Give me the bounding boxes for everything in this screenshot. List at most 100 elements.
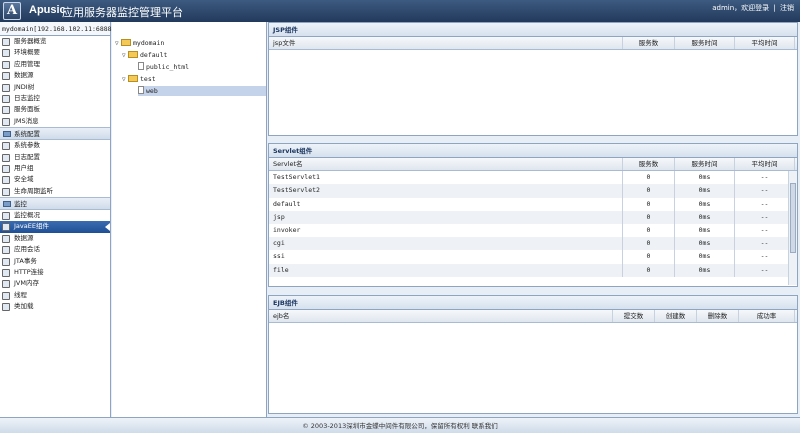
col-service-count[interactable]: 服务数 <box>623 37 675 50</box>
servlet-scrollbar[interactable] <box>788 171 797 286</box>
apusic-logo-icon: A <box>3 2 21 20</box>
table-row[interactable]: file 0 0ms -- <box>269 263 797 277</box>
sidebar-item-label: 数据源 <box>14 71 34 80</box>
col-commit-count[interactable]: 提交数 <box>613 310 655 323</box>
header-separator: | <box>773 4 776 12</box>
table-cell: 0ms <box>675 184 735 198</box>
col-ejb-name[interactable]: ejb名 <box>269 310 613 323</box>
sidebar-item-jvm[interactable]: JVM内存 <box>0 278 110 289</box>
col-create-count[interactable]: 创建数 <box>655 310 697 323</box>
tree-node-public-html[interactable]: public_html <box>138 62 189 72</box>
log-monitor-icon <box>2 94 10 103</box>
sidebar-item-label: 安全域 <box>14 175 34 184</box>
servlet-panel: Servlet组件 Servlet名 服务数 服务时间 平均时间 TestSer… <box>268 143 798 287</box>
folder-icon <box>128 51 138 58</box>
table-cell: 0ms <box>675 210 735 224</box>
table-cell: -- <box>735 250 795 264</box>
tree-node-web[interactable]: web <box>138 86 266 96</box>
servlet-panel-title: Servlet组件 <box>269 144 797 158</box>
logout-link[interactable]: 注销 <box>780 4 794 12</box>
tree-node-mydomain[interactable]: ▽ mydomain <box>115 38 164 48</box>
sidebar-item-classload[interactable]: 类加载 <box>0 301 110 312</box>
table-row[interactable]: default 0 0ms -- <box>269 197 797 211</box>
welcome-text: admin，欢迎登录 <box>712 4 770 12</box>
sidebar-item-database[interactable]: 数据源 <box>0 70 110 81</box>
sidebar-item-monitor[interactable]: 监控概况 <box>0 210 110 221</box>
col-service-time[interactable]: 服务时间 <box>675 37 735 50</box>
table-row[interactable]: jsp 0 0ms -- <box>269 210 797 224</box>
table-cell: -- <box>735 171 795 185</box>
sidebar-item-label: 类加载 <box>14 302 34 311</box>
section-monitor[interactable]: 监控 <box>0 197 110 211</box>
file-icon <box>138 62 144 70</box>
sidebar-item-label: 数据源 <box>14 233 34 242</box>
table-cell: 0ms <box>675 223 735 238</box>
sidebar-item-database[interactable]: 数据源 <box>0 233 110 244</box>
sidebar-item-jms[interactable]: JMS消息 <box>0 116 110 127</box>
server-icon <box>2 38 10 46</box>
user-area: admin，欢迎登录 | 注销 <box>710 3 794 13</box>
scroll-thumb[interactable] <box>790 183 796 254</box>
jvm-icon <box>2 280 10 289</box>
sidebar-item-label: JNDI树 <box>14 82 35 91</box>
table-row[interactable]: ssi 0 0ms -- <box>269 250 797 264</box>
table-cell: -- <box>735 263 795 277</box>
app-tree: ▽ mydomain ▽ default public_html ▽ test web <box>112 22 267 417</box>
sidebar-item-params[interactable]: 系统参数 <box>0 140 110 151</box>
sidebar-item-log-config[interactable]: 日志配置 <box>0 152 110 163</box>
section-label: 系统配置 <box>14 130 40 139</box>
table-row[interactable]: TestServlet1 0 0ms -- <box>269 171 797 185</box>
folder-icon <box>128 75 138 82</box>
http-icon <box>2 269 10 278</box>
table-cell: 0 <box>623 184 675 198</box>
nav-group-config: 系统参数日志配置用户组 安全域生命周期监听 <box>0 140 110 197</box>
ejb-table-header: ejb名 提交数 创建数 删除数 成功率 <box>269 310 797 324</box>
sidebar-item-label: JavaEE组件 <box>14 222 49 231</box>
col-jsp-file[interactable]: jsp文件 <box>269 37 623 50</box>
sidebar-item-env[interactable]: 环境概要 <box>0 47 110 58</box>
sidebar-item-http[interactable]: HTTP连接 <box>0 267 110 278</box>
col-delete-count[interactable]: 删除数 <box>697 310 739 323</box>
table-cell: 0 <box>623 223 675 238</box>
table-cell: -- <box>735 237 795 251</box>
section-system-config[interactable]: 系统配置 <box>0 127 110 141</box>
table-row[interactable]: TestServlet2 0 0ms -- <box>269 184 797 198</box>
service-panel-icon <box>2 106 10 115</box>
tree-node-test[interactable]: ▽ test <box>122 74 156 84</box>
sidebar-item-users[interactable]: 用户组 <box>0 163 110 174</box>
sidebar-item-label: 系统参数 <box>14 141 40 150</box>
sidebar-item-thread[interactable]: 线程 <box>0 290 110 301</box>
sidebar-item-lifecycle[interactable]: 生命周期监听 <box>0 186 110 197</box>
monitor-section-icon <box>3 201 11 208</box>
col-servlet-name[interactable]: Servlet名 <box>269 158 623 171</box>
sidebar-item-security[interactable]: 安全域 <box>0 174 110 185</box>
tree-node-default[interactable]: ▽ default <box>122 50 167 60</box>
sidebar-item-jndi[interactable]: JNDI树 <box>0 82 110 93</box>
sidebar-item-server[interactable]: 服务器概览 <box>0 36 110 47</box>
sidebar-item-label: 监控概况 <box>14 211 40 220</box>
params-icon <box>2 142 10 151</box>
table-row[interactable]: cgi 0 0ms -- <box>269 237 797 251</box>
sidebar-item-app[interactable]: 应用管理 <box>0 59 110 70</box>
sidebar-item-service-panel[interactable]: 服务面板 <box>0 104 110 115</box>
col-service-time[interactable]: 服务时间 <box>675 158 735 171</box>
sidebar-item-javaee[interactable]: JavaEE组件 <box>0 221 110 233</box>
sidebar-item-session[interactable]: 应用会话 <box>0 244 110 255</box>
ejb-panel-title: EJB组件 <box>269 296 797 310</box>
sidebar-item-label: 日志配置 <box>14 152 40 161</box>
col-success-rate[interactable]: 成功率 <box>739 310 795 323</box>
sidebar-item-label: 环境概要 <box>14 48 40 57</box>
sidebar-item-jta[interactable]: JTA事务 <box>0 256 110 267</box>
app-icon <box>2 60 10 69</box>
col-service-count[interactable]: 服务数 <box>623 158 675 171</box>
sidebar-item-log-monitor[interactable]: 日志监控 <box>0 93 110 104</box>
config-section-icon <box>3 131 11 138</box>
server-title: mydomain[192.168.102.11:6888] <box>0 22 116 36</box>
footer: © 2003-2013深圳市金蝶中间件有限公司，保留所有权利 联系我们 <box>0 417 800 433</box>
file-icon <box>138 86 144 94</box>
sidebar-item-label: JTA事务 <box>14 256 37 265</box>
table-row[interactable]: invoker 0 0ms -- <box>269 223 797 238</box>
col-avg-time[interactable]: 平均时间 <box>735 158 795 171</box>
col-avg-time[interactable]: 平均时间 <box>735 37 795 50</box>
table-cell: 0 <box>623 171 675 185</box>
